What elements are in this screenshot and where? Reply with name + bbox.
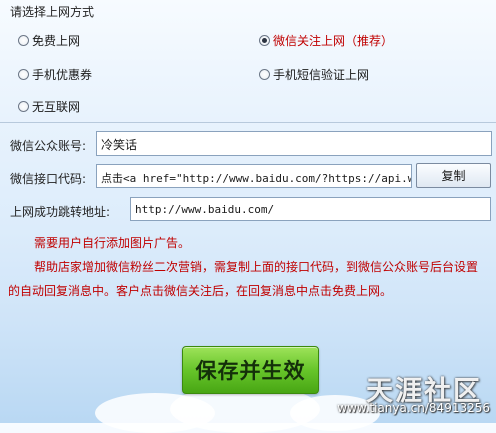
note-line-2: 帮助店家增加微信粉丝二次营销，需复制上面的接口代码，到微信公众账号后台设置 — [34, 260, 479, 274]
radio-label: 手机短信验证上网 — [273, 68, 370, 82]
api-code-label: 微信接口代码: — [10, 172, 87, 186]
login-mode-title: 请选择上网方式 — [10, 5, 95, 19]
radio-circle-icon — [18, 101, 29, 112]
copy-button[interactable]: 复制 — [416, 163, 491, 188]
radio-label: 无互联网 — [32, 100, 81, 114]
radio-label: 免费上网 — [32, 34, 81, 48]
radio-circle-icon — [18, 69, 29, 80]
tianya-watermark-url: www.tianya.cn/84913256 — [337, 401, 490, 415]
radio-free-internet[interactable]: 免费上网 — [18, 32, 80, 49]
radio-sms-verify[interactable]: 手机短信验证上网 — [259, 66, 369, 83]
redirect-url-input[interactable]: http://www.baidu.com/ — [130, 197, 491, 221]
radio-wechat-follow[interactable]: 微信关注上网（推荐） — [259, 32, 393, 49]
wechat-account-label: 微信公众账号: — [10, 139, 87, 153]
save-and-apply-button[interactable]: 保存并生效 — [182, 346, 319, 394]
radio-circle-icon — [18, 35, 29, 46]
api-code-input[interactable]: 点击<a href="http://www.baidu.com/?https:/… — [96, 164, 412, 188]
wechat-account-input[interactable]: 冷笑话 — [96, 131, 492, 156]
note-line-1: 需要用户自行添加图片广告。 — [34, 236, 191, 250]
radio-mobile-coupon[interactable]: 手机优惠券 — [18, 66, 92, 83]
redirect-url-label: 上网成功跳转地址: — [10, 205, 111, 219]
section-divider — [0, 122, 496, 123]
radio-label: 手机优惠券 — [32, 68, 93, 82]
radio-label: 微信关注上网（推荐） — [273, 34, 394, 48]
radio-circle-icon — [259, 69, 270, 80]
radio-selected-icon — [259, 35, 270, 46]
radio-no-internet[interactable]: 无互联网 — [18, 98, 80, 115]
note-line-3: 的自动回复消息中。客户点击微信关注后，在回复消息中点击免费上网。 — [8, 284, 393, 298]
